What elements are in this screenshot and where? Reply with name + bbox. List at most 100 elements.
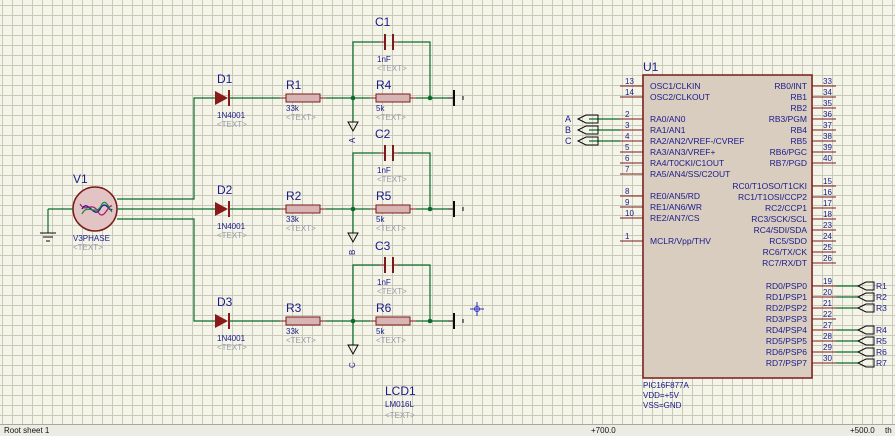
- r2-value: 33k: [286, 215, 300, 224]
- pin-number: 17: [823, 199, 832, 208]
- c2-value: 1nF: [377, 166, 391, 175]
- pin-number: 14: [625, 88, 634, 97]
- r1-ref: R1: [286, 78, 302, 92]
- diode-d2[interactable]: D2 1N4001 <TEXT>: [215, 183, 247, 240]
- capacitor-c1[interactable]: C1 1nF <TEXT>: [375, 15, 407, 73]
- portd-terminal: [856, 303, 875, 313]
- pin-number: 13: [625, 77, 634, 86]
- lcd1-value: LM016L: [385, 400, 414, 409]
- pin-name: RC4/SDI/SDA: [754, 225, 808, 235]
- pin-number: 26: [823, 254, 832, 263]
- pin-number: 19: [823, 277, 832, 286]
- portd-terminal-label: R4: [876, 325, 887, 335]
- pin-name: RB1: [790, 92, 807, 102]
- input-terminal-label: A: [565, 114, 571, 124]
- terminal-row2: [448, 201, 464, 217]
- pin-number: 2: [625, 110, 630, 119]
- resistor-r4[interactable]: R4 5k <TEXT>: [370, 78, 416, 122]
- resistor-r3[interactable]: R3 33k <TEXT>: [280, 301, 326, 345]
- resistor-r5[interactable]: R5 5k <TEXT>: [370, 189, 416, 233]
- pin-number: 39: [823, 143, 832, 152]
- d1-value: 1N4001: [217, 111, 246, 120]
- r3-value: 33k: [286, 327, 300, 336]
- pin-number: 6: [625, 154, 630, 163]
- pin-number: 29: [823, 343, 832, 352]
- r4-value: 5k: [376, 104, 385, 113]
- pin-number: 1: [625, 232, 630, 241]
- r1-text: <TEXT>: [286, 113, 316, 122]
- pin-number: 22: [823, 310, 832, 319]
- c1-ref: C1: [375, 15, 391, 29]
- r3-text: <TEXT>: [286, 336, 316, 345]
- pin-name: RE1/AN6/WR: [650, 202, 702, 212]
- sheet-name[interactable]: Root sheet 1: [4, 426, 49, 435]
- pin-number: 35: [823, 99, 832, 108]
- v1-ref: V1: [73, 172, 88, 186]
- pin-number: 30: [823, 354, 832, 363]
- wire-phase-a: [117, 97, 215, 200]
- r6-value: 5k: [376, 327, 385, 336]
- diode-d1[interactable]: D1 1N4001 <TEXT>: [215, 72, 247, 129]
- port-d-terminals: R1R2R3 R4R5R6R7: [836, 281, 887, 368]
- r6-ref: R6: [376, 301, 392, 315]
- pin-name: RB2: [790, 103, 807, 113]
- pin-number: 18: [823, 210, 832, 219]
- u1-vss: VSS=GND: [643, 401, 682, 410]
- lcd1-ref: LCD1: [385, 384, 416, 398]
- pin-number: 25: [823, 243, 832, 252]
- portd-terminal-label: R2: [876, 292, 887, 302]
- resistor-r6[interactable]: R6 5k <TEXT>: [370, 301, 416, 345]
- pin-number: 38: [823, 132, 832, 141]
- mcu-u1[interactable]: U1 PIC16F877A VDD=+5V VSS=GND 13 OSC1/CLK…: [620, 60, 836, 410]
- portd-terminal-label: R6: [876, 347, 887, 357]
- pin-name: RA4/T0CKI/C1OUT: [650, 158, 724, 168]
- terminal-row3: [448, 313, 464, 329]
- u1-ref: U1: [643, 60, 659, 74]
- diode-d3[interactable]: D3 1N4001 <TEXT>: [215, 295, 247, 352]
- pin-name: RA1/AN1: [650, 125, 686, 135]
- pin-name: RC3/SCK/SCL: [751, 214, 807, 224]
- pin-number: 21: [823, 299, 832, 308]
- pin-name: RD0/PSP0: [766, 281, 807, 291]
- capacitor-c3[interactable]: C3 1nF <TEXT>: [375, 239, 407, 296]
- resistor-r1[interactable]: R1 33k <TEXT>: [280, 78, 326, 122]
- pin-number: 34: [823, 88, 832, 97]
- coord-unit: th: [885, 426, 892, 435]
- pin-name: OSC1/CLKIN: [650, 81, 701, 91]
- portd-terminal-label: R3: [876, 303, 887, 313]
- pin-name: RB5: [790, 136, 807, 146]
- pin-number: 7: [625, 165, 630, 174]
- v1-ground: [40, 208, 73, 242]
- portd-terminal: [856, 292, 875, 302]
- pin-number: 40: [823, 154, 832, 163]
- schematic-canvas[interactable]: V1 V3PHASE <TEXT> D1 1N4001 <TEXT> R1 33…: [0, 0, 895, 424]
- pin-name: RB7/PGD: [770, 158, 807, 168]
- pin-name: RD4/PSP4: [766, 325, 807, 335]
- portd-terminal-label: R5: [876, 336, 887, 346]
- pin-number: 4: [625, 132, 630, 141]
- pin-name: RB6/PGC: [770, 147, 807, 157]
- v1-source[interactable]: V1 V3PHASE <TEXT>: [72, 172, 118, 252]
- resistor-r2[interactable]: R2 33k <TEXT>: [280, 189, 326, 233]
- pin-name: RE0/AN5/RD: [650, 191, 700, 201]
- pin-number: 36: [823, 110, 832, 119]
- r6-text: <TEXT>: [376, 336, 406, 345]
- lcd1-label[interactable]: LCD1 LM016L <TEXT>: [385, 384, 416, 420]
- r4-ref: R4: [376, 78, 392, 92]
- input-terminal-label: B: [565, 125, 571, 135]
- terminal-row1: [448, 90, 464, 106]
- r1-value: 33k: [286, 104, 300, 113]
- c3-value: 1nF: [377, 278, 391, 287]
- capacitor-c2[interactable]: C2 1nF <TEXT>: [375, 127, 407, 184]
- portd-terminal: [856, 325, 875, 335]
- pin-number: 8: [625, 187, 630, 196]
- pin-number: 27: [823, 321, 832, 330]
- d1-ref: D1: [217, 72, 233, 86]
- pin-name: RE2/AN7/CS: [650, 213, 700, 223]
- d2-ref: D2: [217, 183, 233, 197]
- coord-x: +700.0: [591, 426, 616, 435]
- r2-text: <TEXT>: [286, 224, 316, 233]
- pin-name: RC6/TX/CK: [763, 247, 808, 257]
- pin-name: RB3/PGM: [769, 114, 807, 124]
- u1-part: PIC16F877A: [643, 381, 689, 390]
